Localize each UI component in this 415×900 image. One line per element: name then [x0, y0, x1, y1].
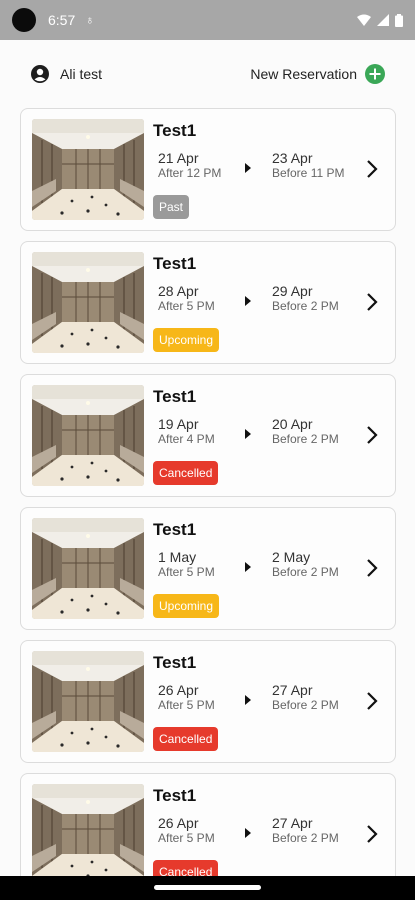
check-in: 26 Apr After 5 PM: [158, 815, 258, 845]
check-out-date: 27 Apr: [272, 815, 313, 831]
check-out-date: 23 Apr: [272, 150, 313, 166]
check-in: 28 Apr After 5 PM: [158, 283, 258, 313]
status-bar: 6:57 ♁: [0, 0, 415, 40]
check-out-date: 2 May: [272, 549, 311, 565]
chevron-right-icon[interactable]: [365, 292, 379, 312]
check-in-date: 28 Apr: [158, 283, 199, 299]
status-time: 6:57: [48, 12, 76, 28]
account-circle-icon: [31, 65, 49, 83]
reservation-card[interactable]: Test1 19 Apr After 4 PM 20 Apr Before 2 …: [20, 374, 396, 497]
chevron-right-icon[interactable]: [365, 824, 379, 844]
notification-icon: ♁: [85, 13, 95, 27]
check-out: 29 Apr Before 2 PM: [272, 283, 372, 313]
check-out: 27 Apr Before 2 PM: [272, 682, 372, 712]
check-out-date: 20 Apr: [272, 416, 313, 432]
status-badge: Cancelled: [153, 461, 219, 485]
check-out: 2 May Before 2 PM: [272, 549, 372, 579]
check-in-time: After 5 PM: [158, 299, 215, 313]
check-in-time: After 12 PM: [158, 166, 222, 180]
check-in-date: 21 Apr: [158, 150, 199, 166]
arrow-right-icon: [245, 695, 251, 705]
reservation-card[interactable]: Test1 26 Apr After 5 PM 27 Apr Before 2 …: [20, 640, 396, 763]
check-out-time: Before 2 PM: [272, 831, 339, 845]
chevron-right-icon[interactable]: [365, 691, 379, 711]
check-in-date: 26 Apr: [158, 682, 199, 698]
venue-thumbnail: [32, 252, 144, 353]
venue-thumbnail: [32, 651, 144, 752]
status-icons: [357, 13, 403, 27]
arrow-right-icon: [245, 163, 251, 173]
check-in-time: After 5 PM: [158, 565, 215, 579]
chevron-right-icon[interactable]: [365, 558, 379, 578]
arrow-right-icon: [245, 429, 251, 439]
status-badge: Upcoming: [153, 594, 220, 618]
reservation-title: Test1: [153, 786, 197, 805]
home-gesture-handle[interactable]: [154, 885, 261, 890]
check-out-date: 27 Apr: [272, 682, 313, 698]
check-out-time: Before 2 PM: [272, 698, 339, 712]
check-out-time: Before 2 PM: [272, 432, 339, 446]
check-in: 21 Apr After 12 PM: [158, 150, 258, 180]
signal-icon: [377, 14, 389, 26]
venue-thumbnail: [32, 385, 144, 486]
wifi-icon: [357, 14, 371, 26]
new-reservation-button[interactable]: New Reservation: [250, 64, 385, 84]
arrow-right-icon: [245, 296, 251, 306]
chevron-right-icon[interactable]: [365, 159, 379, 179]
status-badge: Cancelled: [153, 727, 219, 751]
reservation-title: Test1: [153, 121, 197, 140]
check-in-date: 26 Apr: [158, 815, 199, 831]
status-badge: Upcoming: [153, 328, 220, 352]
reservation-title: Test1: [153, 653, 197, 672]
check-out: 23 Apr Before 11 PM: [272, 150, 372, 180]
check-out-time: Before 2 PM: [272, 299, 339, 313]
reservation-card[interactable]: Test1 21 Apr After 12 PM 23 Apr Before 1…: [20, 108, 396, 231]
venue-thumbnail: [32, 119, 144, 220]
check-in-date: 1 May: [158, 549, 197, 565]
check-out-time: Before 11 PM: [272, 166, 345, 180]
venue-thumbnail: [32, 784, 144, 885]
check-in-time: After 4 PM: [158, 432, 215, 446]
check-in: 26 Apr After 5 PM: [158, 682, 258, 712]
user-name: Ali test: [60, 66, 103, 82]
reservation-title: Test1: [153, 254, 197, 273]
reservation-title: Test1: [153, 387, 197, 406]
battery-icon: [395, 13, 403, 27]
check-out: 20 Apr Before 2 PM: [272, 416, 372, 446]
app-header: Ali test New Reservation: [0, 58, 415, 90]
user-profile[interactable]: Ali test: [30, 64, 102, 84]
camera-cutout: [12, 8, 36, 32]
navigation-bar: [0, 876, 415, 900]
check-in-time: After 5 PM: [158, 831, 215, 845]
check-out: 27 Apr Before 2 PM: [272, 815, 372, 845]
check-out-time: Before 2 PM: [272, 565, 339, 579]
arrow-right-icon: [245, 562, 251, 572]
add-circle-icon: [365, 64, 385, 84]
reservation-card[interactable]: Test1 1 May After 5 PM 2 May Before 2 PM…: [20, 507, 396, 630]
check-out-date: 29 Apr: [272, 283, 313, 299]
check-in: 19 Apr After 4 PM: [158, 416, 258, 446]
reservation-list: Test1 21 Apr After 12 PM 23 Apr Before 1…: [20, 108, 396, 900]
venue-thumbnail: [32, 518, 144, 619]
new-reservation-label: New Reservation: [250, 66, 357, 82]
status-badge: Past: [153, 195, 190, 219]
check-in: 1 May After 5 PM: [158, 549, 258, 579]
reservation-card[interactable]: Test1 28 Apr After 5 PM 29 Apr Before 2 …: [20, 241, 396, 364]
check-in-date: 19 Apr: [158, 416, 199, 432]
chevron-right-icon[interactable]: [365, 425, 379, 445]
check-in-time: After 5 PM: [158, 698, 215, 712]
reservation-title: Test1: [153, 520, 197, 539]
arrow-right-icon: [245, 828, 251, 838]
